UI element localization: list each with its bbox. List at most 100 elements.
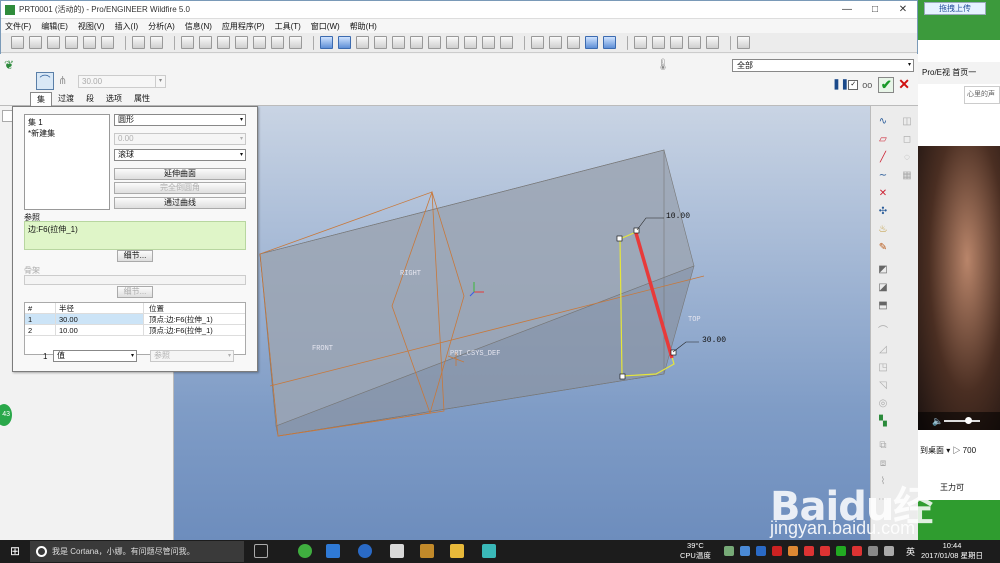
- cut-icon[interactable]: [181, 36, 194, 49]
- network-icon[interactable]: [868, 546, 878, 556]
- chevron-down-icon[interactable]: ▾: [908, 60, 911, 71]
- copy-icon[interactable]: [199, 36, 212, 49]
- tab-options[interactable]: 选项: [100, 92, 128, 106]
- leaf-icon[interactable]: ❦: [4, 58, 16, 72]
- volume-icon[interactable]: [884, 546, 894, 556]
- app-cloud-icon[interactable]: [326, 544, 340, 558]
- task-view-icon[interactable]: [254, 544, 268, 558]
- radius-table[interactable]: # 半径 位置 1 30.00 顶点:边:F6(拉伸_1) 2 10.00 顶点…: [24, 302, 246, 355]
- cpu-temperature[interactable]: 39°C CPU温度: [680, 541, 711, 561]
- shading-icon[interactable]: [585, 36, 598, 49]
- pen-icon[interactable]: ✎: [877, 242, 889, 254]
- menu-info[interactable]: 信息(N): [185, 21, 212, 32]
- tray-icon[interactable]: [804, 546, 814, 556]
- tray-icon[interactable]: [756, 546, 766, 556]
- email-icon[interactable]: [83, 36, 96, 49]
- chevron-down-icon[interactable]: ▾: [228, 351, 231, 361]
- set-item[interactable]: 集 1: [28, 117, 106, 128]
- radius-handle[interactable]: [616, 235, 623, 242]
- wireframe-icon[interactable]: [531, 36, 544, 49]
- profile-value-select[interactable]: 0.00 ▾: [114, 133, 246, 145]
- speaker-icon[interactable]: 🔈: [932, 416, 943, 426]
- radius-dim-2[interactable]: 30.00: [702, 336, 726, 345]
- reference-item[interactable]: 边:F6(拉伸_1): [28, 225, 78, 234]
- spin-center-icon[interactable]: [338, 36, 351, 49]
- preview-checkbox[interactable]: ✓: [848, 79, 859, 90]
- file-explorer-icon[interactable]: [450, 544, 464, 558]
- shell-tool-icon[interactable]: ◎: [877, 398, 889, 410]
- new-set-item[interactable]: *新建集: [28, 128, 106, 139]
- menu-tools[interactable]: 工具(T): [275, 21, 301, 32]
- sketch-icon[interactable]: ∿: [877, 116, 889, 128]
- cancel-icon[interactable]: ✕: [898, 76, 910, 93]
- chevron-down-icon[interactable]: ▾: [155, 76, 165, 87]
- volume-knob[interactable]: [965, 417, 972, 424]
- tab-sets[interactable]: 集: [30, 92, 52, 106]
- model-view[interactable]: [174, 106, 870, 540]
- tray-icon[interactable]: [836, 546, 846, 556]
- extrude-icon[interactable]: ◩: [877, 264, 889, 276]
- selection-filter[interactable]: 全部 ▾: [732, 59, 914, 72]
- sweep-icon[interactable]: ⬒: [877, 300, 889, 312]
- hidden-line-icon[interactable]: [549, 36, 562, 49]
- csys-tool-icon[interactable]: ✣: [877, 206, 889, 218]
- tab-transitions[interactable]: 过渡: [52, 92, 80, 106]
- datum-planes-icon[interactable]: [634, 36, 647, 49]
- row-location[interactable]: 顶点:边:F6(拉伸_1): [143, 325, 245, 335]
- find-icon[interactable]: [271, 36, 284, 49]
- csys-label[interactable]: PRT_CSYS_DEF: [450, 350, 500, 358]
- appearance-icon[interactable]: [500, 36, 513, 49]
- top-plane-label[interactable]: TOP: [688, 316, 701, 324]
- round-icon[interactable]: ⌒: [877, 326, 889, 338]
- open-icon[interactable]: [29, 36, 42, 49]
- full-round-button[interactable]: 完全倒圆角: [114, 182, 246, 194]
- chevron-down-icon[interactable]: ▾: [240, 115, 243, 125]
- menu-analysis[interactable]: 分析(A): [148, 21, 175, 32]
- zoom-in-icon[interactable]: [392, 36, 405, 49]
- draft-icon[interactable]: ▦: [901, 170, 913, 182]
- chevron-down-icon[interactable]: ▾: [131, 351, 134, 361]
- revolve-icon[interactable]: ◪: [877, 282, 889, 294]
- datum-axes-icon[interactable]: [652, 36, 665, 49]
- menu-applications[interactable]: 应用程序(P): [222, 21, 265, 32]
- windows-start-icon[interactable]: ⊞: [10, 545, 22, 557]
- saved-views-icon[interactable]: [464, 36, 477, 49]
- enhanced-realism-icon[interactable]: [603, 36, 616, 49]
- annotations-icon[interactable]: [706, 36, 719, 49]
- shell-icon[interactable]: ◻: [901, 134, 913, 146]
- references-details-button[interactable]: 细节...: [117, 250, 153, 262]
- undo-icon[interactable]: [132, 36, 145, 49]
- tab-pieces[interactable]: 段: [80, 92, 100, 106]
- set-list[interactable]: 集 1 *新建集: [24, 114, 110, 210]
- menu-window[interactable]: 窗口(W): [311, 21, 340, 32]
- cortana-search[interactable]: 我是 Cortana，小娜。有问题尽管问我。: [30, 541, 244, 562]
- tray-icon[interactable]: [820, 546, 830, 556]
- row-radius[interactable]: 10.00: [55, 325, 143, 335]
- browser-tabs-strip[interactable]: Pro/E视 首页一: [918, 62, 1000, 84]
- app-game-icon[interactable]: [420, 544, 434, 558]
- preview-glasses-icon[interactable]: oo: [862, 80, 872, 90]
- radius-dim-1[interactable]: 10.00: [666, 212, 690, 221]
- pattern-icon[interactable]: ▚: [877, 416, 889, 428]
- paste-icon[interactable]: [217, 36, 230, 49]
- draft-tool-icon[interactable]: ◹: [877, 380, 889, 392]
- transition-mode-icon[interactable]: ⋔: [58, 74, 72, 88]
- spine-details-button[interactable]: 细节...: [117, 286, 153, 298]
- profile-select[interactable]: 圆形 ▾: [114, 114, 246, 126]
- minimize-button[interactable]: —: [833, 4, 861, 15]
- pause-icon[interactable]: ❚❚: [832, 79, 849, 91]
- zoom-out-icon[interactable]: [410, 36, 423, 49]
- app-360-icon[interactable]: [298, 544, 312, 558]
- curve-icon[interactable]: ∼: [877, 170, 889, 182]
- new-icon[interactable]: [11, 36, 24, 49]
- row-radius[interactable]: 30.00: [55, 314, 143, 324]
- reorient-icon[interactable]: [446, 36, 459, 49]
- radius-handle[interactable]: [619, 373, 626, 380]
- graphics-window[interactable]: RIGHT FRONT TOP PRT_CSYS_DEF 10.00 30.00: [174, 106, 870, 540]
- front-plane-label[interactable]: FRONT: [312, 345, 333, 353]
- app-k-icon[interactable]: [358, 544, 372, 558]
- tray-icon[interactable]: [852, 546, 862, 556]
- radius-handle[interactable]: [670, 349, 677, 356]
- volume-slider[interactable]: [944, 420, 980, 422]
- print-icon[interactable]: [65, 36, 78, 49]
